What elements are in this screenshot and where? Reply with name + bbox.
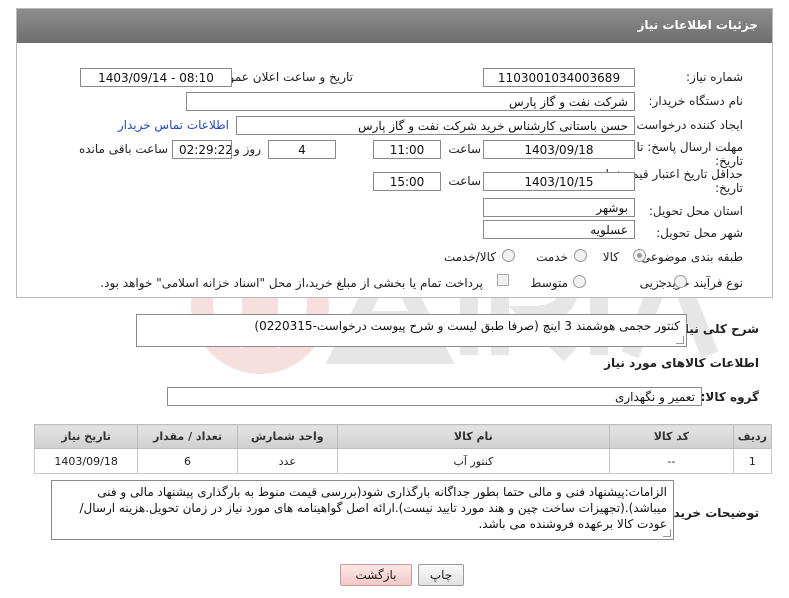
goods-table-header: تاریخ نیاز تعداد / مقدار واحد شمارش نام … <box>33 424 773 449</box>
buyer-notes-text: الزامات:پیشنهاد فنی و مالی حتما بطور جدا… <box>79 485 667 531</box>
panel-title: جزئیات اطلاعات نیاز <box>17 9 772 43</box>
price-validity-date-field: 1403/10/15 <box>483 172 635 191</box>
deadline-label: مهلت ارسال پاسخ: تا <box>636 140 743 154</box>
description-text: کنتور حجمی هوشمند 3 اینچ (صرفا طبق لیست … <box>254 319 680 333</box>
process-minor-label: جزیی <box>639 276 667 290</box>
col-item-name: نام کالا <box>336 424 611 449</box>
days-remaining-field: 4 <box>268 140 336 159</box>
goods-table: تاریخ نیاز تعداد / مقدار واحد شمارش نام … <box>33 424 773 474</box>
col-need-date: تاریخ نیاز <box>33 424 139 449</box>
process-medium-label: متوسط <box>530 276 568 290</box>
description-field: کنتور حجمی هوشمند 3 اینچ (صرفا طبق لیست … <box>136 314 687 347</box>
need-number-field: 1103001034003689 <box>483 68 635 87</box>
col-row: ردیف <box>732 424 773 449</box>
process-minor-radio[interactable] <box>674 275 687 288</box>
price-validity-time-field: 15:00 <box>373 172 441 191</box>
back-button[interactable]: بازگشت <box>340 564 412 586</box>
cell-row: 1 <box>732 448 773 474</box>
buyer-contact-link[interactable]: اطلاعات تماس خریدار <box>118 118 229 132</box>
city-field: عسلویه <box>483 220 635 239</box>
buyer-notes-field: الزامات:پیشنهاد فنی و مالی حتما بطور جدا… <box>51 480 674 540</box>
deadline-time-label: ساعت <box>448 142 481 156</box>
price-validity-time-label: ساعت <box>448 174 481 188</box>
cell-item-name: کنتور آب <box>336 448 611 474</box>
process-type-label: نوع فرآیند خرید : <box>658 276 743 290</box>
treasury-payment-checkbox[interactable] <box>497 274 509 286</box>
requester-label: ایجاد کننده درخواست: <box>632 118 743 132</box>
category-goods-service-label: کالا/خدمت <box>443 250 496 264</box>
goods-group-label: گروه کالا: <box>700 390 759 404</box>
city-label: شهر محل تحویل: <box>656 226 743 240</box>
category-service-label: خدمت <box>536 250 568 264</box>
resize-handle[interactable] <box>663 529 671 537</box>
goods-group-field: تعمیر و نگهداری <box>167 387 702 406</box>
province-field: بوشهر <box>483 198 635 217</box>
col-unit: واحد شمارش <box>236 424 338 449</box>
province-label: استان محل تحویل: <box>648 204 743 218</box>
cell-item-code: -- <box>609 448 734 474</box>
need-number-label: شماره نیاز: <box>686 70 743 84</box>
deadline-date-label: تاریخ: <box>715 154 743 168</box>
category-goods-service-radio[interactable] <box>502 249 515 262</box>
announce-datetime-field: 1403/09/14 - 08:10 <box>80 68 232 87</box>
process-medium-radio[interactable] <box>573 275 586 288</box>
days-label: روز و <box>234 142 261 156</box>
print-button[interactable]: چاپ <box>418 564 464 586</box>
goods-section-title: اطلاعات کالاهای مورد نیاز <box>604 356 759 370</box>
category-service-radio[interactable] <box>574 249 587 262</box>
col-item-code: کد کالا <box>609 424 734 449</box>
cell-quantity: 6 <box>137 448 238 474</box>
deadline-time-field: 11:00 <box>373 140 441 159</box>
category-label: طبقه بندی موضوعی: <box>636 250 743 264</box>
resize-handle[interactable] <box>676 336 684 344</box>
cell-unit: عدد <box>236 448 338 474</box>
remaining-time-field: 02:29:22 <box>172 140 232 159</box>
price-validity-date-label: تاریخ: <box>715 181 743 195</box>
col-quantity: تعداد / مقدار <box>137 424 238 449</box>
treasury-payment-note: پرداخت تمام یا بخشی از مبلغ خرید،از محل … <box>100 276 483 290</box>
cell-need-date: 1403/09/18 <box>33 448 139 474</box>
deadline-date-field: 1403/09/18 <box>483 140 635 159</box>
category-goods-radio[interactable] <box>633 249 646 262</box>
buyer-org-label: نام دستگاه خریدار: <box>648 94 744 108</box>
requester-field: حسن باستانی کارشناس خرید شرکت نفت و گاز … <box>236 116 635 135</box>
buyer-org-field: شرکت نفت و گاز پارس <box>186 92 635 111</box>
category-goods-label: کالا <box>602 250 619 264</box>
table-row: 1403/09/18 6 عدد کنتور آب -- 1 <box>33 448 773 474</box>
remaining-time-label: ساعت باقی مانده <box>78 142 168 156</box>
